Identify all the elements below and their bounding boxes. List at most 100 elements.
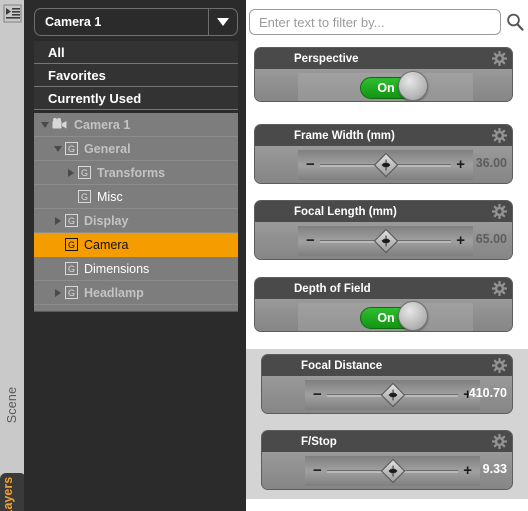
gear-icon[interactable] (492, 128, 507, 143)
search-input[interactable] (249, 9, 501, 35)
tree-item-label: Headlamp (84, 285, 144, 300)
sidebar-item-currently-used[interactable]: Currently Used (34, 87, 238, 110)
toggle-track-well: On (298, 71, 473, 101)
vertical-tab-scene[interactable]: Scene (0, 370, 24, 440)
slider-well[interactable]: − + (298, 150, 473, 180)
filter-bar (246, 9, 528, 35)
slider-handle[interactable] (373, 228, 399, 254)
slider-handle[interactable] (373, 152, 399, 178)
chevron-down-icon[interactable] (209, 9, 237, 35)
panel-header: Depth of Field (255, 278, 512, 299)
chevron-down-icon[interactable] (38, 113, 52, 137)
panel-body: − +36.00 (255, 146, 512, 183)
group-badge-icon: G (65, 262, 78, 275)
tree-item-dimensions[interactable]: G Dimensions (34, 257, 238, 281)
tree-item-misc[interactable]: G Misc (34, 185, 238, 209)
search-icon[interactable] (505, 12, 525, 32)
tree-item-label: Misc (97, 189, 123, 204)
vertical-tab-layers[interactable]: Layers (0, 473, 26, 511)
sidebar-item-currently-used-label: Currently Used (48, 90, 142, 106)
slider-value[interactable]: 36.00 (476, 156, 507, 170)
gear-icon[interactable] (492, 281, 507, 296)
tree-item-general[interactable]: G General (34, 137, 238, 161)
slider-value[interactable]: 9.33 (483, 462, 507, 476)
twisty-placeholder (51, 233, 65, 257)
slider-value[interactable]: 410.70 (469, 386, 507, 400)
left-vertical-strip: Scene Layers (0, 0, 26, 511)
chevron-down-icon[interactable] (51, 137, 65, 161)
chevron-right-icon[interactable] (51, 209, 65, 233)
sidebar-item-favorites-label: Favorites (48, 67, 106, 83)
tree-item-label: Dimensions (84, 261, 150, 276)
property-panel-frame-width-mm-: Frame Width (mm) − +36.00 (254, 124, 513, 184)
group-badge-icon: G (65, 238, 78, 251)
slider-handle[interactable] (380, 382, 406, 408)
property-tree: Camera 1 G General G Transforms G Misc G Display… (34, 113, 238, 312)
gear-icon[interactable] (492, 204, 507, 219)
property-panel-depth-of-field: Depth of Field On (254, 277, 513, 332)
slider-decrement-button[interactable]: − (306, 233, 315, 248)
slider-well[interactable]: − + (305, 456, 480, 486)
panel-body: − +9.33 (262, 452, 512, 489)
toggle-track-well: On (298, 301, 473, 331)
slider-decrement-button[interactable]: − (313, 387, 322, 402)
tree-item-label: Camera 1 (74, 117, 131, 132)
panel-header: Perspective (255, 48, 512, 69)
slider-increment-button[interactable]: + (456, 157, 465, 172)
slider-increment-button[interactable]: + (463, 463, 472, 478)
group-badge-icon: G (78, 166, 91, 179)
group-badge-icon: G (78, 190, 91, 203)
sidebar-item-favorites[interactable]: Favorites (34, 64, 238, 87)
tree-item-label: Display (84, 213, 129, 228)
gear-icon[interactable] (492, 358, 507, 373)
toggle-knob[interactable] (398, 301, 428, 331)
gear-icon[interactable] (492, 51, 507, 66)
slider-well[interactable]: − + (298, 226, 473, 256)
camera-selector-combobox[interactable]: Camera 1 (34, 8, 238, 36)
panel-title: Perspective (294, 52, 359, 65)
slider-decrement-button[interactable]: − (313, 463, 322, 478)
twisty-placeholder (64, 185, 78, 209)
property-panel-focal-distance: Focal Distance − +410.70 (261, 354, 513, 414)
panel-title: F/Stop (301, 435, 337, 448)
app-window: Scene Layers Camera 1 All Favorites Curr… (0, 0, 528, 511)
property-panel-focal-length-mm-: Focal Length (mm) − +65.00 (254, 200, 513, 260)
tree-item-label: Transforms (97, 165, 166, 180)
panel-header: Focal Length (mm) (255, 201, 512, 222)
list-menu-icon[interactable] (3, 4, 23, 26)
chevron-right-icon[interactable] (64, 161, 78, 185)
toggle-state-label: On (377, 311, 395, 325)
tree-item-display[interactable]: G Display (34, 209, 238, 233)
slider-handle[interactable] (380, 458, 406, 484)
panel-title: Focal Length (mm) (294, 205, 397, 218)
camera-selector-value: Camera 1 (45, 15, 102, 29)
slider-well[interactable]: − + (305, 380, 480, 410)
sidebar-fixed-list: All Favorites Currently Used (34, 41, 238, 110)
panel-body: − +410.70 (262, 376, 512, 413)
vertical-tab-scene-label: Scene (5, 386, 20, 424)
toggle-state-label: On (377, 81, 395, 95)
chevron-right-icon[interactable] (51, 281, 65, 305)
panel-title: Depth of Field (294, 282, 371, 295)
slider-increment-button[interactable]: + (456, 233, 465, 248)
panel-body: On (255, 69, 512, 101)
panel-body: − +65.00 (255, 222, 512, 259)
slider-decrement-button[interactable]: − (306, 157, 315, 172)
twisty-placeholder (51, 257, 65, 281)
slider-value[interactable]: 65.00 (476, 232, 507, 246)
panel-body: On (255, 299, 512, 331)
toggle-knob[interactable] (398, 71, 428, 101)
properties-pane: PerspectiveOnFrame Width (mm)−+36.00Foca… (246, 0, 528, 511)
panel-header: F/Stop (262, 431, 512, 452)
gear-icon[interactable] (492, 434, 507, 449)
tree-item-transforms[interactable]: G Transforms (34, 161, 238, 185)
tree-item-label: Camera (84, 237, 129, 252)
movie-camera-icon (52, 118, 68, 131)
sidebar-item-all[interactable]: All (34, 41, 238, 64)
group-badge-icon: G (65, 286, 78, 299)
vertical-tab-layers-label: Layers (1, 476, 15, 511)
sidebar: Camera 1 All Favorites Currently Used Ca… (24, 0, 246, 511)
tree-item-headlamp[interactable]: G Headlamp (34, 281, 238, 305)
tree-item-camera[interactable]: G Camera (34, 233, 238, 257)
tree-item-camera-1[interactable]: Camera 1 (34, 113, 238, 137)
